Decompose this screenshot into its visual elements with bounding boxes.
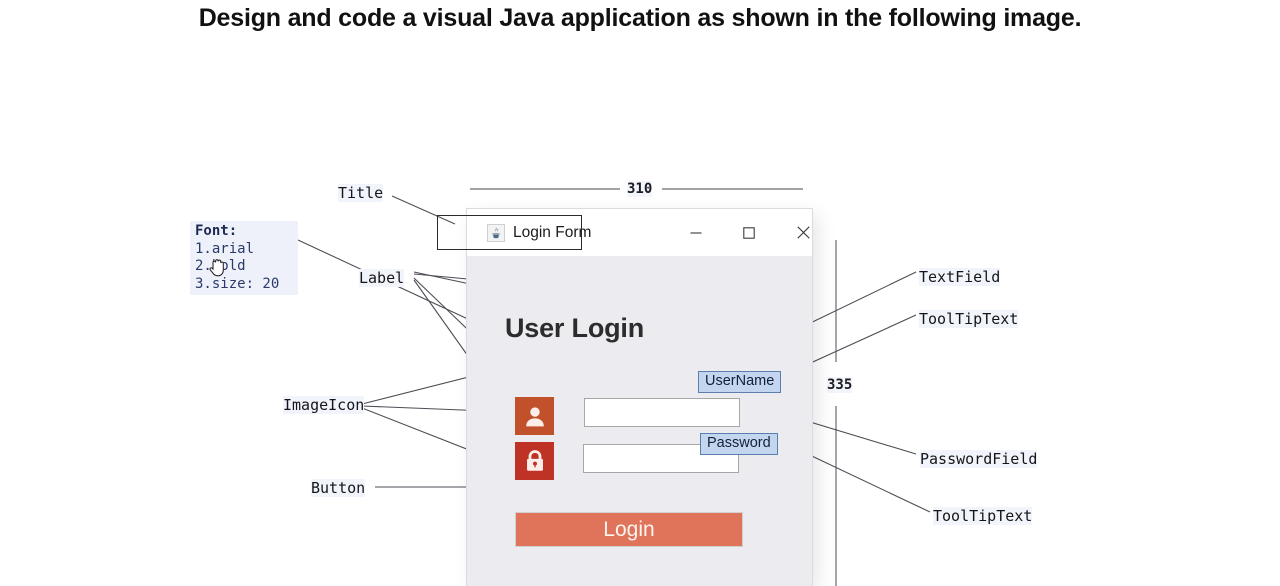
font-note-line-2: 2.bold — [195, 258, 246, 274]
dimension-height-label: 335 — [827, 377, 853, 393]
password-tooltip: Password — [700, 433, 778, 455]
annotation-tooltip-text-top: ToolTipText — [919, 310, 1019, 328]
annotation-tooltip-text-bottom: ToolTipText — [933, 507, 1033, 525]
login-form-window: Login Form User Login Login — [467, 209, 812, 586]
annotation-image-icon: ImageIcon — [283, 396, 365, 414]
font-note-line-1: 1.arial — [195, 240, 255, 257]
username-input[interactable] — [584, 398, 740, 427]
window-close-button[interactable] — [780, 209, 826, 256]
user-login-heading: User Login — [505, 313, 645, 343]
padlock-icon — [515, 442, 554, 480]
annotation-text-field: TextField — [919, 268, 1001, 286]
username-tooltip: UserName — [698, 371, 782, 393]
font-note-title: Font: — [195, 223, 238, 239]
diagram-canvas: Font: 1.arial 2.bold 3.size: 20 310 335 … — [0, 0, 1280, 586]
annotation-button: Button — [311, 479, 366, 497]
annotation-title: Title — [338, 184, 384, 202]
window-maximize-button[interactable] — [726, 209, 772, 256]
annotation-password-field: PasswordField — [920, 450, 1038, 468]
login-button[interactable]: Login — [515, 512, 743, 547]
title-highlight-box — [437, 215, 582, 250]
window-minimize-button[interactable] — [673, 209, 719, 256]
font-note-block: Font: 1.arial 2.bold 3.size: 20 — [190, 221, 298, 295]
user-avatar-icon — [515, 397, 554, 435]
font-note-line-3: 3.size: 20 — [195, 275, 280, 292]
annotation-label: Label — [359, 269, 405, 287]
window-body-panel: User Login Login — [467, 256, 812, 586]
dimension-width-label: 310 — [627, 181, 653, 197]
